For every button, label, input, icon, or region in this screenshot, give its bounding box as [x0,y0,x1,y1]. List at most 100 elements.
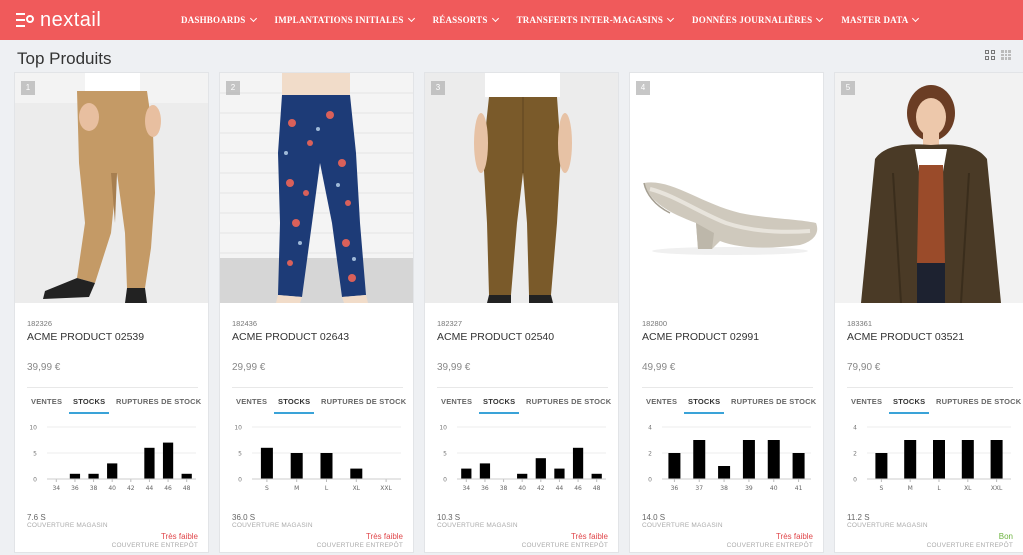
store-coverage-label: COUVERTURE MAGASIN [437,522,518,529]
x-tick-label: XL [353,485,361,492]
product-image[interactable]: 1 [15,73,208,303]
y-tick-label: 2 [853,451,857,458]
product-sku: 182327 [437,319,463,328]
x-tick-label: XXL [991,485,1003,492]
tab-ventes[interactable]: VENTES [236,397,267,406]
product-sku: 182800 [642,319,668,328]
tab-stocks[interactable]: STOCKS [278,397,310,406]
bar [69,473,81,479]
tab-ventes[interactable]: VENTES [31,397,62,406]
active-tab-indicator [684,412,724,414]
product-name[interactable]: ACME PRODUCT 02643 [232,331,349,343]
y-tick-label: 0 [648,477,652,484]
stock-chart: 0 5 10 S M L XL XXL [234,425,401,492]
bar [792,453,805,479]
x-tick-label: XL [964,485,972,492]
tab-stocks[interactable]: STOCKS [73,397,105,406]
tab-stocks[interactable]: STOCKS [483,397,515,406]
product-tabs: VENTES STOCKS RUPTURES DE STOCK [437,387,611,414]
y-tick-label: 0 [853,477,857,484]
active-tab-indicator [69,412,109,414]
tab-ruptures[interactable]: RUPTURES DE STOCK [526,397,611,406]
tab-ventes[interactable]: VENTES [851,397,882,406]
product-card[interactable]: 2 182436 ACME PRODUCT 02643 29,99 € VENT… [219,72,414,553]
y-tick-label: 0 [238,477,242,484]
bar [290,453,303,479]
product-image[interactable]: 3 [425,73,618,303]
x-tick-label: 40 [518,485,526,492]
x-tick-label: 34 [52,485,60,492]
nextail-logo-icon [16,13,34,27]
nav-donnees-label: DONNÉES JOURNALIÈRES [692,15,813,25]
product-card[interactable]: 4 182800 ACME PRODUCT 02991 49,99 € VENT… [629,72,824,553]
list-view-icon[interactable] [1001,50,1011,60]
store-coverage-value: 14.0 S [642,513,666,522]
product-tabs: VENTES STOCKS RUPTURES DE STOCK [847,387,1021,414]
product-name[interactable]: ACME PRODUCT 03521 [847,331,964,343]
product-name[interactable]: ACME PRODUCT 02991 [642,331,759,343]
bar [767,440,780,479]
x-tick-label: 46 [574,485,582,492]
bar [88,473,99,479]
chevron-down-icon [912,14,920,23]
bar [554,468,565,479]
tab-stocks[interactable]: STOCKS [893,397,925,406]
nav-reassorts[interactable]: RÉASSORTS [433,14,499,25]
bar [461,468,472,479]
product-card[interactable]: 1 182326 ACME PRODUCT 02539 39,99 € VENT… [14,72,209,553]
product-card[interactable]: 5 183361 ACME PRODUCT 03521 79,90 € VENT… [834,72,1023,553]
bar [961,440,974,479]
rank-badge: 4 [636,81,650,95]
tab-ventes[interactable]: VENTES [646,397,677,406]
y-tick-label: 5 [443,451,447,458]
bar [668,453,681,479]
nav-donnees[interactable]: DONNÉES JOURNALIÈRES [692,14,824,25]
x-tick-label: 37 [695,485,703,492]
product-image[interactable]: 5 [835,73,1023,303]
x-tick-label: 38 [720,485,728,492]
x-tick-label: 42 [127,485,135,492]
active-tab-indicator [889,412,929,414]
bar [162,442,174,479]
product-image[interactable]: 4 [630,73,823,303]
y-tick-label: 5 [238,451,242,458]
product-name[interactable]: ACME PRODUCT 02539 [27,331,144,343]
nav-implantations[interactable]: IMPLANTATIONS INITIALES [275,14,415,25]
stock-chart: 0 2 4 36 37 38 39 40 41 [648,425,811,492]
nav-dashboards[interactable]: DASHBOARDS [181,14,257,25]
nav-transferts-label: TRANSFERTS INTER-MAGASINS [516,15,664,25]
bar [572,447,584,479]
product-price: 39,99 € [27,362,61,373]
y-tick-label: 4 [853,425,857,432]
bar [181,473,192,479]
grid-view-icon[interactable] [985,50,995,60]
chevron-down-icon [816,14,824,23]
nav-transferts[interactable]: TRANSFERTS INTER-MAGASINS [516,14,675,25]
y-tick-label: 4 [648,425,652,432]
product-image[interactable]: 2 [220,73,413,303]
product-sku: 182326 [27,319,53,328]
coverage-status: Très faible [365,532,403,541]
brand-logo[interactable]: nextail [16,9,166,32]
warehouse-coverage-label: COUVERTURE ENTREPÔT [316,542,403,549]
product-price: 79,90 € [847,362,881,373]
coverage-status: Très faible [160,532,198,541]
tab-stocks[interactable]: STOCKS [688,397,720,406]
product-card[interactable]: 3 182327 ACME PRODUCT 02540 39,99 € VENT… [424,72,619,553]
nav-master-data[interactable]: MASTER DATA [841,14,920,25]
x-tick-label: 48 [593,485,601,492]
x-tick-label: L [325,485,329,492]
tab-ventes[interactable]: VENTES [441,397,472,406]
bar [320,453,333,479]
tab-ruptures[interactable]: RUPTURES DE STOCK [936,397,1021,406]
product-cards: 1 182326 ACME PRODUCT 02539 39,99 € VENT… [14,72,1023,553]
tab-ruptures[interactable]: RUPTURES DE STOCK [731,397,816,406]
tab-ruptures[interactable]: RUPTURES DE STOCK [321,397,406,406]
bar [933,440,945,479]
y-tick-label: 0 [443,477,447,484]
product-name[interactable]: ACME PRODUCT 02540 [437,331,554,343]
store-coverage-value: 36.0 S [232,513,256,522]
product-price: 29,99 € [232,362,266,373]
x-tick-label: M [908,485,913,492]
tab-ruptures[interactable]: RUPTURES DE STOCK [116,397,201,406]
